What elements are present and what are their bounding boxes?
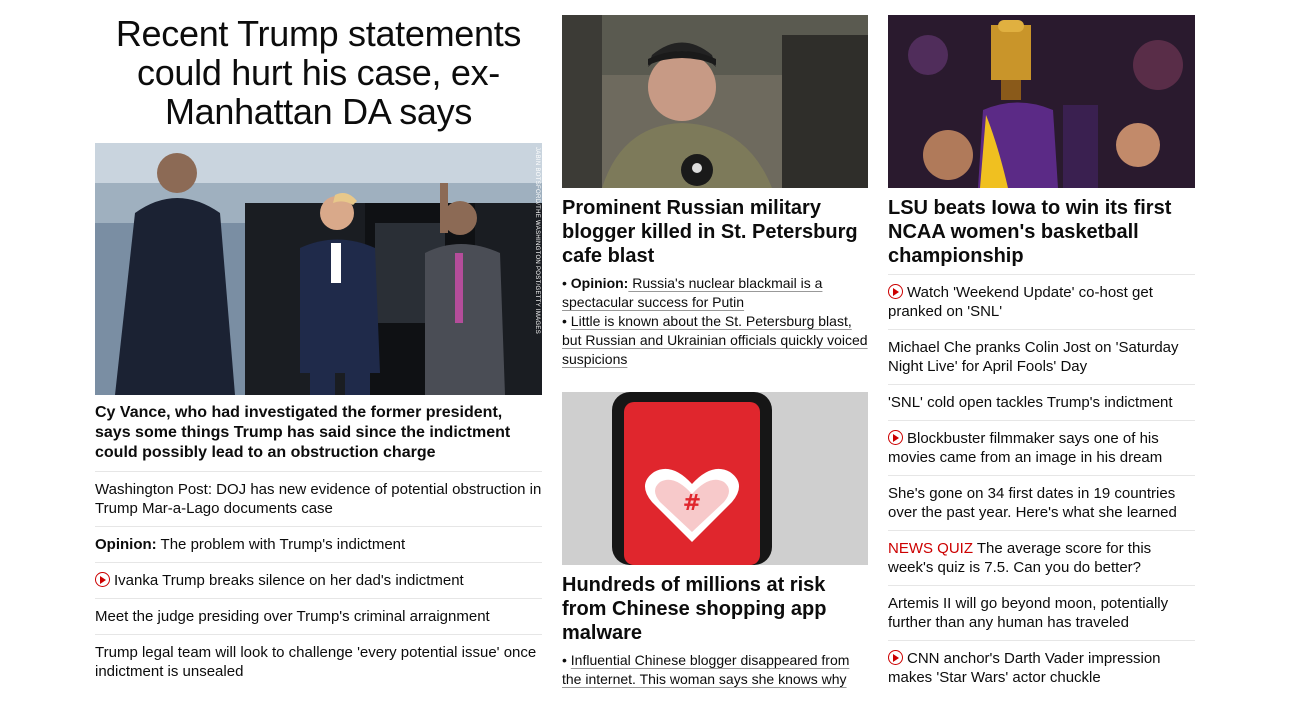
list-item[interactable]: NEWS QUIZ The average score for this wee… <box>888 531 1195 586</box>
list-item[interactable]: Opinion: The problem with Trump's indict… <box>95 527 542 563</box>
related-link-text[interactable]: Blockbuster filmmaker says one of his mo… <box>888 430 1162 466</box>
list-item[interactable]: CNN anchor's Darth Vader impression make… <box>888 641 1195 695</box>
lsu-headline[interactable]: LSU beats Iowa to win its first NCAA wom… <box>888 196 1195 268</box>
related-link-text[interactable]: Artemis II will go beyond moon, potentia… <box>888 595 1168 631</box>
lead-headline[interactable]: Recent Trump statements could hurt his c… <box>95 14 542 131</box>
lead-story-image[interactable]: JABIN BOTSFORD/THE WASHINGTON POST/GETTY… <box>95 143 542 395</box>
blogger-photo <box>562 15 868 188</box>
opinion-label: Opinion: <box>570 275 629 291</box>
news-quiz-label: NEWS QUIZ <box>888 540 973 557</box>
related-link-text[interactable]: Trump legal team will look to challenge … <box>95 644 536 680</box>
related-bullets: • Influential Chinese blogger disappeare… <box>562 651 868 689</box>
list-item[interactable]: Washington Post: DOJ has new evidence of… <box>95 472 542 527</box>
related-bullets: • Opinion: Russia's nuclear blackmail is… <box>562 274 868 369</box>
related-link-text[interactable]: Meet the judge presiding over Trump's cr… <box>95 608 490 625</box>
list-item[interactable]: • Influential Chinese blogger disappeare… <box>562 651 868 689</box>
story-card-shopping-app: # Hundreds of millions at risk from Chin… <box>562 392 868 689</box>
right-column: LSU beats Iowa to win its first NCAA wom… <box>888 0 1195 695</box>
lsu-championship-image[interactable] <box>888 15 1195 188</box>
image-credit: JABIN BOTSFORD/THE WASHINGTON POST/GETTY… <box>534 147 540 335</box>
related-link-text[interactable]: The problem with Trump's indictment <box>157 536 406 553</box>
related-link-text[interactable]: She's gone on 34 first dates in 19 count… <box>888 485 1177 521</box>
related-link-text[interactable]: Little is known about the St. Petersburg… <box>562 313 868 367</box>
related-link-text[interactable]: Ivanka Trump breaks silence on her dad's… <box>114 572 464 589</box>
list-item[interactable]: Blockbuster filmmaker says one of his mo… <box>888 421 1195 476</box>
trump-arrival-photo <box>95 143 542 395</box>
shopping-app-image[interactable]: # <box>562 392 868 565</box>
related-link-text[interactable]: Michael Che pranks Colin Jost on 'Saturd… <box>888 339 1179 375</box>
list-item[interactable]: Watch 'Weekend Update' co-host get prank… <box>888 275 1195 330</box>
list-item[interactable]: She's gone on 34 first dates in 19 count… <box>888 476 1195 531</box>
play-video-icon <box>95 572 110 587</box>
russian-blogger-image[interactable] <box>562 15 868 188</box>
list-item[interactable]: Meet the judge presiding over Trump's cr… <box>95 599 542 635</box>
right-links-list: Watch 'Weekend Update' co-host get prank… <box>888 274 1195 695</box>
related-link-text[interactable]: CNN anchor's Darth Vader impression make… <box>888 650 1161 686</box>
story-card-russian-blogger: Prominent Russian military blogger kille… <box>562 15 868 369</box>
related-link-text[interactable]: 'SNL' cold open tackles Trump's indictme… <box>888 394 1173 411</box>
svg-text:#: # <box>683 491 701 516</box>
middle-column: Prominent Russian military blogger kille… <box>562 0 868 689</box>
list-item[interactable]: Michael Che pranks Colin Jost on 'Saturd… <box>888 330 1195 385</box>
related-links-list: Washington Post: DOJ has new evidence of… <box>95 472 542 689</box>
play-video-icon <box>888 430 903 445</box>
shopping-app-headline[interactable]: Hundreds of millions at risk from Chines… <box>562 573 868 645</box>
lead-subhead[interactable]: Cy Vance, who had investigated the forme… <box>95 403 542 472</box>
list-item[interactable]: Trump legal team will look to challenge … <box>95 635 542 689</box>
opinion-label: Opinion: <box>95 536 157 553</box>
list-item[interactable]: • Opinion: Russia's nuclear blackmail is… <box>562 274 868 312</box>
play-video-icon <box>888 284 903 299</box>
lead-story-column: Recent Trump statements could hurt his c… <box>95 0 542 689</box>
play-video-icon <box>888 650 903 665</box>
phone-app-photo: # <box>562 392 868 565</box>
russian-blogger-headline[interactable]: Prominent Russian military blogger kille… <box>562 196 868 268</box>
related-link-text[interactable]: Influential Chinese blogger disappeared … <box>562 652 849 687</box>
list-item[interactable]: Ivanka Trump breaks silence on her dad's… <box>95 563 542 599</box>
related-link-text[interactable]: Washington Post: DOJ has new evidence of… <box>95 481 541 517</box>
list-item[interactable]: • Little is known about the St. Petersbu… <box>562 312 868 369</box>
list-item[interactable]: 'SNL' cold open tackles Trump's indictme… <box>888 385 1195 421</box>
related-link-text[interactable]: Watch 'Weekend Update' co-host get prank… <box>888 284 1153 320</box>
list-item[interactable]: Artemis II will go beyond moon, potentia… <box>888 586 1195 641</box>
trophy-celebration-photo <box>888 15 1195 188</box>
